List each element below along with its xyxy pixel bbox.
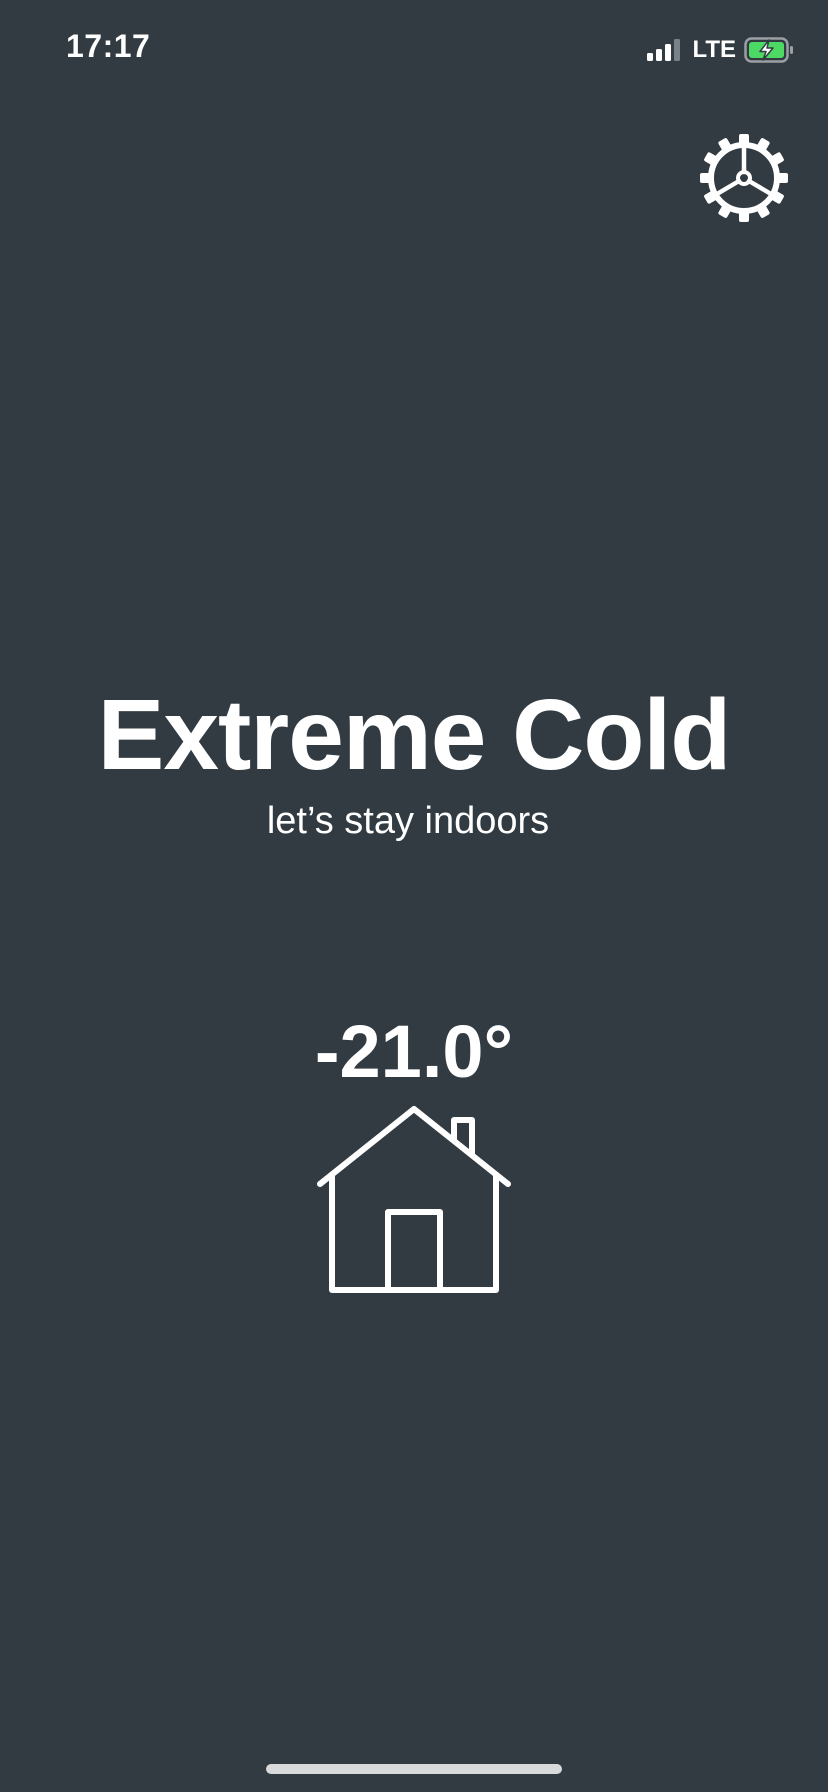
battery-charging-icon (744, 37, 793, 63)
status-indicators: LTE (647, 36, 794, 64)
settings-button[interactable] (698, 132, 790, 224)
house-icon (317, 1106, 511, 1293)
weather-condition-title: Extreme Cold (97, 679, 732, 791)
signal-bars-icon (647, 39, 681, 61)
weather-advice-subtitle: let’s stay indoors (266, 800, 550, 842)
temperature-reading: -21.0° (314, 1010, 514, 1093)
status-time: 17:17 (66, 28, 151, 64)
network-label: LTE (692, 36, 736, 63)
gear-icon (700, 134, 788, 222)
home-indicator[interactable] (266, 1764, 562, 1774)
status-bar: 17:17 LTE (0, 0, 828, 100)
